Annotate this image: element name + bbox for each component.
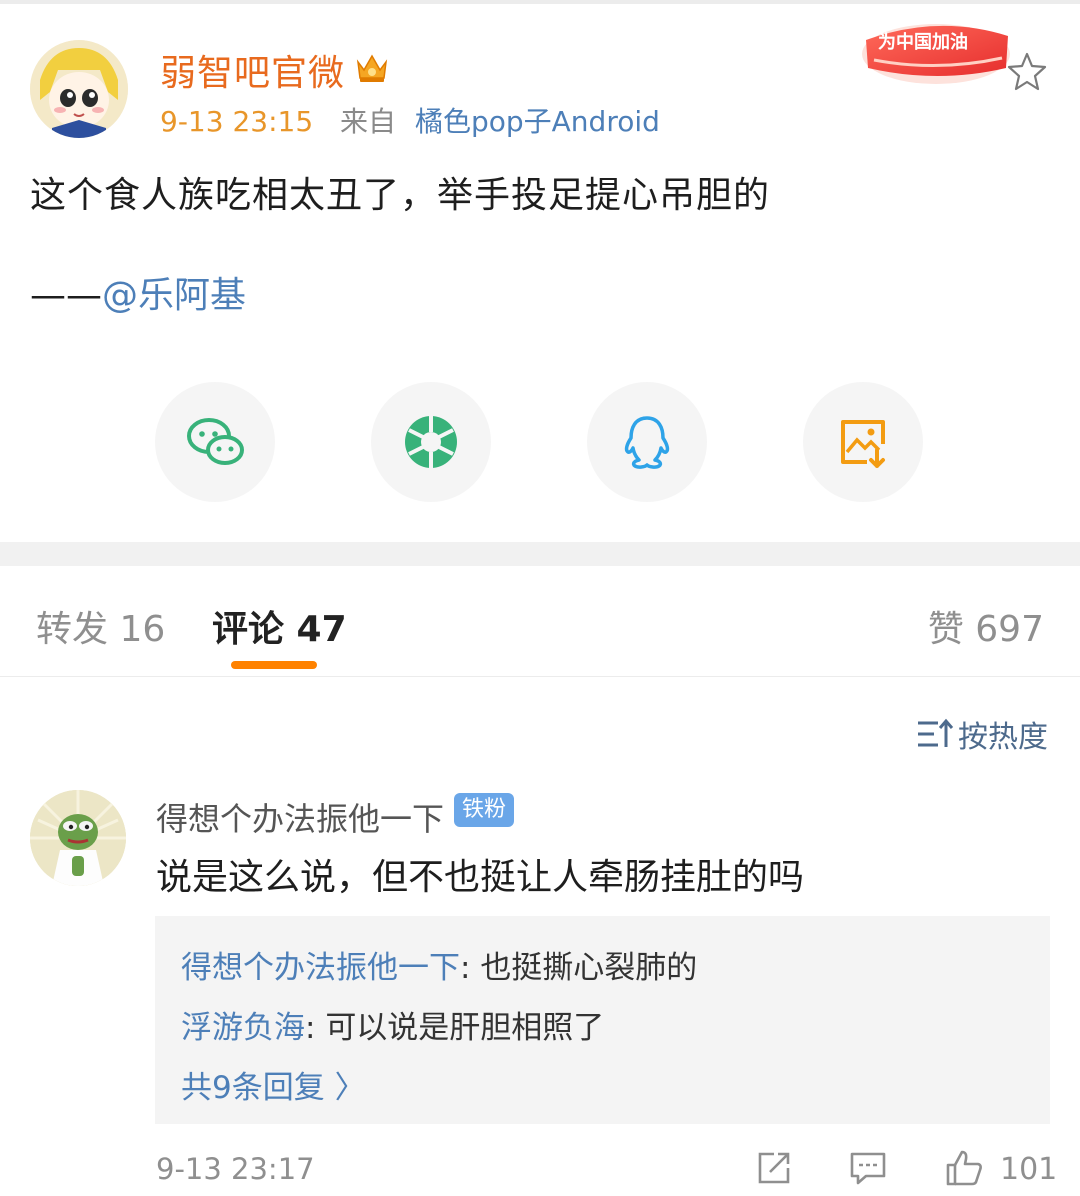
qq-icon bbox=[624, 416, 670, 469]
post-meta: 9-13 23:15 来自 橘色pop子Android bbox=[160, 100, 660, 140]
vip-crown-icon[interactable] bbox=[352, 46, 392, 86]
cheer-badge-text: 为中国加油 bbox=[878, 31, 968, 53]
reply-user[interactable]: 浮游负海 bbox=[181, 1010, 305, 1046]
reply-text: 可以说是肝胆相照了 bbox=[325, 1010, 605, 1046]
cheer-china-badge[interactable]: 为中国加油 bbox=[858, 10, 1018, 88]
sort-icon bbox=[918, 718, 954, 747]
reply-item[interactable]: 得想个办法振他一下: 也挺撕心裂肺的 bbox=[181, 942, 697, 987]
reply-separator: : bbox=[305, 1010, 326, 1046]
star-icon[interactable] bbox=[1005, 50, 1049, 94]
tabs-divider bbox=[0, 676, 1080, 677]
post-source[interactable]: 橘色pop子Android bbox=[415, 105, 660, 138]
comment-icon[interactable] bbox=[848, 1148, 888, 1188]
tab-comment[interactable]: 评论 47 bbox=[212, 600, 347, 652]
section-separator bbox=[0, 542, 1080, 566]
from-label: 来自 bbox=[340, 105, 397, 138]
author-avatar[interactable] bbox=[30, 40, 128, 138]
share-qq-button[interactable] bbox=[587, 382, 707, 502]
reply-user[interactable]: 得想个办法振他一下 bbox=[181, 950, 460, 986]
commenter-avatar[interactable] bbox=[30, 790, 126, 886]
reply-separator: : bbox=[460, 950, 481, 986]
post-time: 9-13 23:15 bbox=[160, 105, 314, 138]
share-wechat-button[interactable] bbox=[155, 382, 275, 502]
reply-text: 也挺撕心裂肺的 bbox=[480, 950, 698, 986]
view-all-replies-link[interactable]: 共9条回复 〉 bbox=[181, 1062, 366, 1107]
comment-text: 说是这么说，但不也挺让人牵肠挂肚的吗 bbox=[156, 857, 805, 898]
post-text: 这个食人族吃相太丑了，举手投足提心吊胆的 bbox=[30, 175, 771, 216]
comment-like-count: 101 bbox=[1000, 1152, 1058, 1187]
commenter-name[interactable]: 得想个办法振他一下 bbox=[156, 794, 444, 840]
repost-icon[interactable] bbox=[754, 1148, 794, 1188]
top-edge bbox=[0, 0, 1080, 4]
comment-time: 9-13 23:17 bbox=[156, 1152, 315, 1186]
tab-like[interactable]: 赞 697 bbox=[928, 600, 1044, 652]
replies-box[interactable]: 得想个办法振他一下: 也挺撕心裂肺的 浮游负海: 可以说是肝胆相照了 共9条回复… bbox=[155, 916, 1050, 1124]
save-image-button[interactable] bbox=[803, 382, 923, 502]
sort-by-hot-button[interactable]: 按热度 bbox=[916, 712, 1048, 756]
wechat-icon bbox=[187, 418, 244, 465]
reply-item[interactable]: 浮游负海: 可以说是肝胆相照了 bbox=[181, 1002, 604, 1047]
sort-label: 按热度 bbox=[958, 720, 1048, 755]
author-name[interactable]: 弱智吧官微 bbox=[160, 44, 345, 96]
post-credit: ——@乐阿基 bbox=[30, 266, 246, 318]
tab-repost[interactable]: 转发 16 bbox=[36, 600, 165, 652]
credit-dash: —— bbox=[30, 275, 102, 316]
moments-icon bbox=[405, 416, 457, 468]
save-image-icon bbox=[841, 420, 885, 468]
fan-badge: 铁粉 bbox=[454, 793, 515, 827]
like-icon[interactable] bbox=[944, 1148, 984, 1188]
credit-mention-link[interactable]: @乐阿基 bbox=[102, 275, 246, 316]
active-tab-indicator bbox=[231, 661, 317, 669]
share-moments-button[interactable] bbox=[371, 382, 491, 502]
